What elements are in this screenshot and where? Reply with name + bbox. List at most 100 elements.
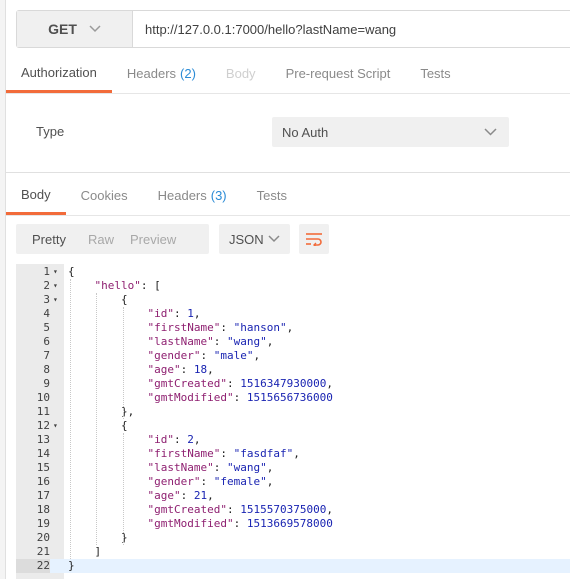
response-tab-tests[interactable]: Tests xyxy=(242,176,302,215)
indent-guide xyxy=(122,433,124,545)
fold-arrow-icon[interactable]: ▾ xyxy=(53,419,58,433)
view-preview-button[interactable]: Preview xyxy=(122,224,184,254)
auth-type-label: Type xyxy=(36,124,65,139)
code-text: "gender": "female", xyxy=(147,475,274,488)
tab-label: Pre-request Script xyxy=(285,66,391,81)
tab-label: Cookies xyxy=(80,188,128,203)
code-line: 19 "gmtModified": 1513669578000 xyxy=(16,517,570,531)
response-tabs: Body Cookies Headers (3) Tests xyxy=(6,176,570,216)
tab-count-badge: (3) xyxy=(210,188,227,203)
code-line: 20 } xyxy=(16,531,570,545)
line-number: 15 xyxy=(36,461,50,474)
tab-label: Headers xyxy=(126,66,177,81)
code-line: 4 "id": 1, xyxy=(16,307,570,321)
code-line: 11 }, xyxy=(16,405,570,419)
code-text: "gmtCreated": 1516347930000, xyxy=(147,377,333,390)
code-line: 2 ▾ "hello": [ xyxy=(16,279,570,293)
response-tab-headers[interactable]: Headers (3) xyxy=(143,176,242,215)
code-line: 6 "lastName": "wang", xyxy=(16,335,570,349)
chevron-down-icon xyxy=(89,25,101,33)
code-text: } xyxy=(68,559,75,572)
code-text: "firstName": "fasdfaf", xyxy=(147,447,300,460)
tab-label: Headers xyxy=(157,188,207,203)
line-number: 8 xyxy=(43,363,50,376)
line-number: 9 xyxy=(43,377,50,390)
line-number: 2 xyxy=(43,279,50,292)
code-text: "age": 21, xyxy=(147,489,214,502)
code-text: "firstName": "hanson", xyxy=(147,321,294,334)
code-line: 22} xyxy=(16,559,570,573)
request-tabs: Authorization Headers (2) Body Pre-request S… xyxy=(6,54,570,94)
code-text: { xyxy=(68,293,128,306)
fold-arrow-icon[interactable]: ▾ xyxy=(53,279,58,293)
line-number: 16 xyxy=(36,475,50,488)
line-number: 21 xyxy=(36,545,50,558)
tab-label: Tests xyxy=(256,188,287,203)
line-number: 17 xyxy=(36,489,50,502)
line-number: 19 xyxy=(36,517,50,530)
response-tab-body[interactable]: Body xyxy=(6,176,66,215)
fold-arrow-icon[interactable]: ▾ xyxy=(53,265,58,279)
code-line: 15 "lastName": "wang", xyxy=(16,461,570,475)
auth-type-select[interactable]: No Auth xyxy=(272,117,509,147)
url-input[interactable]: http://127.0.0.1:7000/hello?lastName=wan… xyxy=(133,11,570,47)
code-text: "gmtModified": 1513669578000 xyxy=(147,517,333,530)
line-number: 18 xyxy=(36,503,50,516)
code-text: "lastName": "wang", xyxy=(147,335,274,348)
wrap-lines-button[interactable] xyxy=(299,224,329,254)
indent-guide xyxy=(70,279,71,559)
code-line: 3 ▾ { xyxy=(16,293,570,307)
method-select[interactable]: GET xyxy=(17,11,133,47)
code-text: "hello": [ xyxy=(94,279,161,292)
line-number: 7 xyxy=(43,349,50,362)
response-tab-cookies[interactable]: Cookies xyxy=(66,176,143,215)
tab-label: Body xyxy=(225,66,256,81)
code-text: } xyxy=(68,531,128,544)
request-tab-pre-request-script[interactable]: Pre-request Script xyxy=(271,54,406,93)
format-select[interactable]: JSON xyxy=(219,224,290,254)
section-divider xyxy=(6,172,570,173)
format-value: JSON xyxy=(229,231,264,247)
code-text: "lastName": "wang", xyxy=(147,461,274,474)
line-number: 3 xyxy=(43,293,50,306)
code-line: 13 "id": 2, xyxy=(16,433,570,447)
chevron-down-icon xyxy=(484,128,497,136)
code-line: 10 "gmtModified": 1515656736000 xyxy=(16,391,570,405)
request-tab-headers[interactable]: Headers (2) xyxy=(112,54,211,93)
line-number: 22 xyxy=(16,559,50,573)
request-tab-authorization[interactable]: Authorization xyxy=(6,54,112,93)
code-line: 7 "gender": "male", xyxy=(16,349,570,363)
tab-label: Authorization xyxy=(21,64,97,80)
line-number: 14 xyxy=(36,447,50,460)
code-text: }, xyxy=(68,405,135,418)
code-line: 12 ▾ { xyxy=(16,419,570,433)
chevron-down-icon xyxy=(268,235,280,243)
line-number: 5 xyxy=(43,321,50,334)
request-url-bar: GET http://127.0.0.1:7000/hello?lastName… xyxy=(16,10,570,48)
code-line: 1 ▾ { xyxy=(16,265,570,279)
line-number: 10 xyxy=(36,391,50,404)
code-line: 16 "gender": "female", xyxy=(16,475,570,489)
response-body-viewer[interactable]: 1 ▾{2 ▾ "hello": [3 ▾ {4 "id": 1, 5 "firstNa… xyxy=(16,264,570,579)
view-pretty-button[interactable]: Pretty xyxy=(24,224,74,254)
code-text: ] xyxy=(68,545,102,558)
request-tab-tests[interactable]: Tests xyxy=(405,54,465,93)
code-text: "age": 18, xyxy=(147,363,214,376)
request-tab-body: Body xyxy=(211,54,271,93)
indent-guide xyxy=(96,293,98,545)
code-line: 18 "gmtCreated": 1515570375000, xyxy=(16,503,570,517)
method-label: GET xyxy=(48,21,77,37)
indent-guide xyxy=(122,307,124,419)
code-text: "gmtCreated": 1515570375000, xyxy=(147,503,333,516)
line-number: 20 xyxy=(36,531,50,544)
fold-arrow-icon[interactable]: ▾ xyxy=(53,293,58,307)
wrap-lines-icon xyxy=(306,233,322,246)
tab-label: Body xyxy=(21,186,51,202)
line-number: 12 xyxy=(36,419,50,432)
code-text: "gmtModified": 1515656736000 xyxy=(147,391,333,404)
code-line: 5 "firstName": "hanson", xyxy=(16,321,570,335)
line-number: 1 xyxy=(43,265,50,278)
code-line: 9 "gmtCreated": 1516347930000, xyxy=(16,377,570,391)
code-text: "id": 2, xyxy=(147,433,201,446)
view-raw-button[interactable]: Raw xyxy=(80,224,122,254)
